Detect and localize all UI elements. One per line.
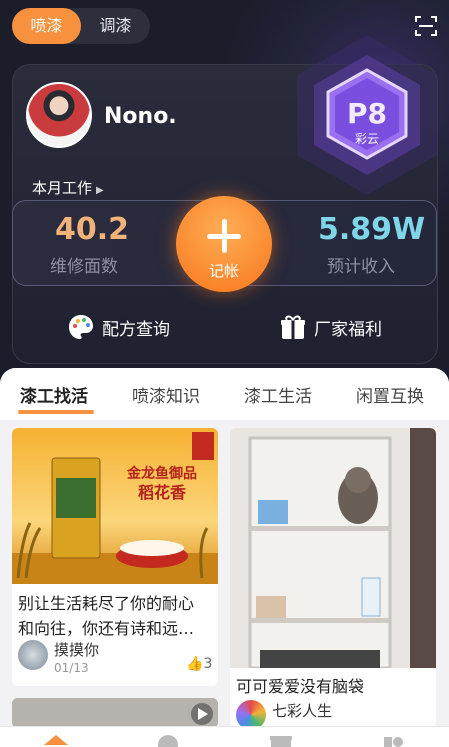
repairs-value: 40.2 bbox=[55, 212, 130, 247]
plus-icon-vertical bbox=[222, 219, 227, 253]
monthly-work-link[interactable]: 本月工作 ▶ bbox=[32, 177, 104, 198]
level-code: P8 bbox=[347, 97, 387, 130]
post-title: 可可爱爱没有脑袋 bbox=[236, 677, 365, 696]
ad-brand: 金龙鱼御品 bbox=[126, 465, 197, 482]
repairs-label: 维修面数 bbox=[50, 257, 118, 277]
tab-painter-life[interactable]: 漆工生活 bbox=[244, 382, 312, 407]
post-author: 七彩人生 bbox=[272, 702, 333, 720]
like-count: 3 bbox=[203, 656, 213, 672]
post-card[interactable]: 金龙鱼御品 稻花香 别让生活耗尽了你的耐心 和向往，你还有诗和远… 摸摸你 01… bbox=[12, 428, 218, 686]
caret-right-icon: ▶ bbox=[96, 185, 104, 196]
post-image-video bbox=[12, 698, 218, 728]
tab-spray-knowledge[interactable]: 喷漆知识 bbox=[132, 382, 200, 407]
income-label: 预计收入 bbox=[327, 257, 395, 277]
post-image-cat-shelf bbox=[230, 428, 436, 668]
author-avatar[interactable] bbox=[236, 700, 266, 728]
post-title-line1: 别让生活耗尽了你的耐心 bbox=[18, 594, 195, 613]
tab-job-search[interactable]: 漆工找活 bbox=[20, 382, 88, 407]
mode-mix-tab[interactable]: 调漆 bbox=[81, 8, 150, 44]
income-value: 5.89W bbox=[318, 212, 426, 247]
factory-welfare-label: 厂家福利 bbox=[314, 319, 382, 340]
post-image-rice-ad: 金龙鱼御品 稻花香 bbox=[12, 428, 218, 584]
tab-idle-exchange[interactable]: 闲置互换 bbox=[356, 382, 424, 407]
level-badge[interactable]: P8 彩云 bbox=[282, 30, 449, 200]
level-name: 彩云 bbox=[355, 132, 379, 146]
post-card[interactable] bbox=[12, 698, 218, 728]
record-button[interactable]: 记帐 bbox=[176, 196, 272, 292]
avatar[interactable] bbox=[26, 82, 92, 148]
thumbs-up-icon: 👍 bbox=[186, 656, 204, 672]
record-label: 记帐 bbox=[208, 262, 239, 280]
profile-nav-icon[interactable] bbox=[380, 733, 406, 747]
factory-welfare-button[interactable]: 厂家福利 bbox=[278, 312, 382, 342]
post-author: 摸摸你 bbox=[54, 641, 100, 659]
like-button[interactable]: 👍3 bbox=[186, 656, 212, 672]
gift-icon bbox=[281, 315, 305, 339]
home-icon[interactable] bbox=[42, 731, 70, 747]
username: Nono. bbox=[104, 104, 177, 129]
ad-product: 稻花香 bbox=[138, 483, 187, 502]
post-title-line2: 和向往，你还有诗和远… bbox=[18, 619, 195, 638]
palette-icon bbox=[69, 315, 93, 339]
post-date: 01/13 bbox=[54, 661, 89, 675]
mode-spray-tab[interactable]: 喷漆 bbox=[12, 8, 81, 44]
author-avatar[interactable] bbox=[18, 640, 48, 670]
formula-query-button[interactable]: 配方查询 bbox=[66, 312, 170, 342]
gift-nav-icon[interactable] bbox=[268, 733, 294, 747]
post-card[interactable]: 可可爱爱没有脑袋 七彩人生 bbox=[230, 428, 436, 728]
bottom-nav bbox=[0, 726, 449, 747]
monthly-work-label: 本月工作 bbox=[32, 179, 93, 197]
mode-toggle[interactable]: 喷漆 调漆 bbox=[12, 8, 150, 44]
discover-icon[interactable] bbox=[156, 733, 180, 747]
active-tab-indicator bbox=[18, 410, 94, 414]
formula-query-label: 配方查询 bbox=[102, 319, 170, 340]
